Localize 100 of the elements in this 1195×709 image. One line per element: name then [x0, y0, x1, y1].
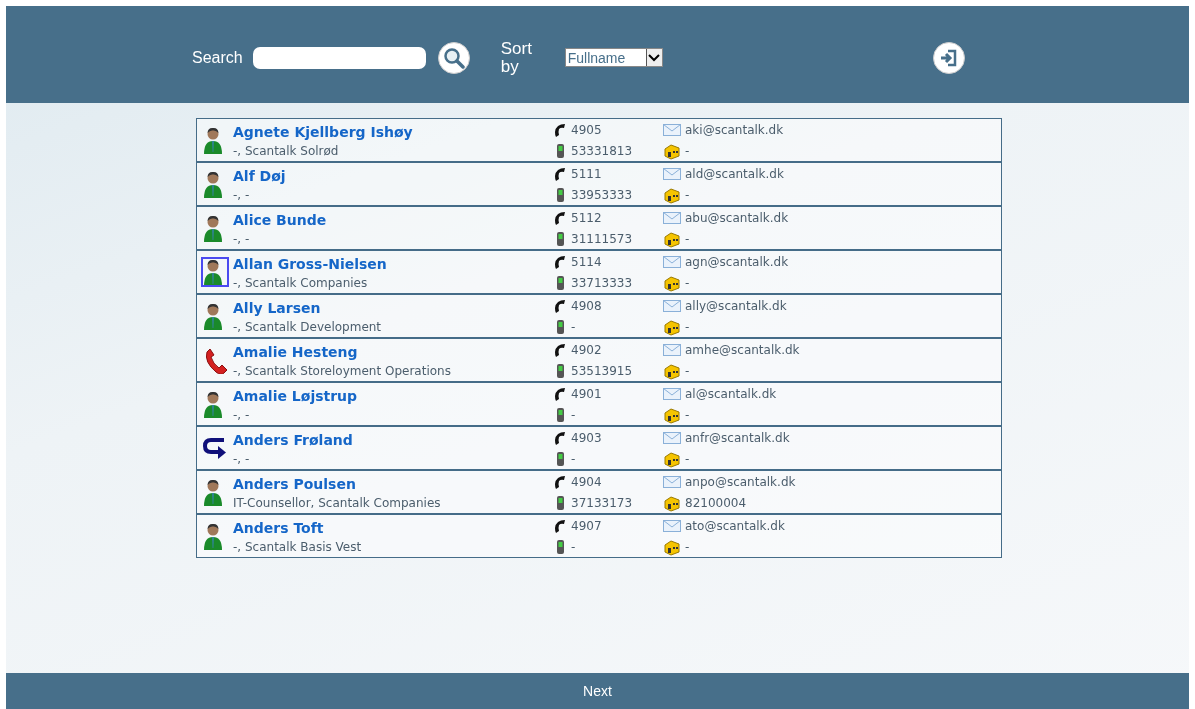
building-icon	[663, 229, 681, 248]
phone-number: 5112	[571, 210, 603, 225]
login-button[interactable]	[932, 41, 965, 74]
other-number: -	[685, 407, 691, 422]
phone-number: 5114	[571, 254, 603, 269]
mobile-phone-icon	[554, 274, 566, 291]
mail-icon	[663, 518, 681, 533]
mail-icon	[663, 210, 681, 225]
phone-icon	[552, 297, 568, 314]
mobile-phone-icon	[554, 494, 566, 511]
phone-icon	[552, 165, 568, 182]
next-link[interactable]: Next	[583, 683, 612, 699]
phone-icon	[552, 121, 568, 138]
email-address: ato@scantalk.dk	[685, 518, 786, 533]
email-address: al@scantalk.dk	[685, 386, 778, 401]
phone-icon	[552, 429, 568, 446]
mail-icon	[663, 386, 681, 401]
phone-icon	[552, 341, 568, 358]
mobile-phone-icon	[554, 450, 566, 467]
phone-number: 5111	[571, 166, 603, 181]
mail-icon	[663, 122, 681, 137]
email-address: aki@scantalk.dk	[685, 122, 785, 137]
other-number: -	[685, 275, 691, 290]
email-address: ally@scantalk.dk	[685, 298, 788, 313]
mail-icon	[663, 298, 681, 313]
contact-details: -, -	[233, 407, 251, 422]
sort-label: Sort by	[500, 39, 533, 76]
other-number: -	[685, 363, 691, 378]
other-number: -	[685, 539, 691, 554]
contact-details: -, Scantalk Basis Vest	[233, 539, 363, 554]
search-button[interactable]	[437, 41, 470, 74]
phone-icon	[552, 209, 568, 226]
contact-name[interactable]: Alf Døj	[233, 168, 549, 184]
phone-icon	[552, 385, 568, 402]
sort-dropdown[interactable]: Fullname	[564, 48, 663, 67]
search-label: Search	[192, 48, 243, 67]
building-icon	[663, 405, 681, 424]
building-icon	[663, 537, 681, 556]
building-icon	[663, 185, 681, 204]
building-icon	[663, 273, 681, 292]
mobile-number: -	[571, 319, 577, 334]
phone-number: 4905	[571, 122, 603, 137]
phone-number: 4907	[571, 518, 603, 533]
phone-number: 4902	[571, 342, 603, 357]
contact-details: -, Scantalk Companies	[233, 275, 369, 290]
contact-name[interactable]: Amalie Løjstrup	[233, 388, 549, 404]
building-icon	[663, 449, 681, 468]
mobile-number: -	[571, 539, 577, 554]
mobile-phone-icon	[554, 318, 566, 335]
email-address: ald@scantalk.dk	[685, 166, 785, 181]
contact-name[interactable]: Ally Larsen	[233, 300, 549, 316]
phone-icon	[552, 517, 568, 534]
contact-name[interactable]: Anders Toft	[233, 520, 549, 536]
mobile-phone-icon	[554, 406, 566, 423]
building-icon	[663, 493, 681, 512]
email-address: abu@scantalk.dk	[685, 210, 790, 225]
search-field[interactable]	[252, 46, 426, 69]
contact-details: IT-Counsellor, Scantalk Companies	[233, 495, 442, 510]
contact-details: -, -	[233, 451, 251, 466]
email-address: agn@scantalk.dk	[685, 254, 790, 269]
mobile-number: 37133173	[571, 495, 634, 510]
contact-name[interactable]: Anders Frøland	[233, 432, 549, 448]
mobile-phone-icon	[554, 362, 566, 379]
phone-number: 4903	[571, 430, 603, 445]
contact-details: -, Scantalk Development	[233, 319, 383, 334]
other-number: -	[685, 187, 691, 202]
phone-number: 4901	[571, 386, 603, 401]
mobile-number: 33953333	[571, 187, 634, 202]
other-number: -	[685, 319, 691, 334]
mail-icon	[663, 254, 681, 269]
building-icon	[663, 361, 681, 380]
phone-icon	[552, 253, 568, 270]
mobile-number: 33713333	[571, 275, 634, 290]
contact-details: -, Scantalk Solrød	[233, 143, 340, 158]
mobile-number: -	[571, 407, 577, 422]
mobile-phone-icon	[554, 538, 566, 555]
phone-number: 4908	[571, 298, 603, 313]
contact-details: -, Scantalk Storeloyment Operations	[233, 363, 452, 378]
contact-details: -, -	[233, 187, 251, 202]
mail-icon	[663, 430, 681, 445]
contact-name[interactable]: Amalie Hesteng	[233, 344, 549, 360]
mail-icon	[663, 166, 681, 181]
other-number: -	[685, 451, 691, 466]
contact-name[interactable]: Anders Poulsen	[233, 476, 549, 492]
mobile-phone-icon	[554, 186, 566, 203]
mobile-number: -	[571, 451, 577, 466]
contact-details: -, -	[233, 231, 251, 246]
phone-number: 4904	[571, 474, 603, 489]
contact-name[interactable]: Alice Bunde	[233, 212, 549, 228]
mobile-phone-icon	[554, 230, 566, 247]
mobile-number: 53331813	[571, 143, 634, 158]
building-icon	[663, 141, 681, 160]
contact-name[interactable]: Agnete Kjellberg Ishøy	[233, 124, 549, 140]
contact-name[interactable]: Allan Gross-Nielsen	[233, 256, 549, 272]
email-address: anpo@scantalk.dk	[685, 474, 797, 489]
other-number: 82100004	[685, 495, 748, 510]
caret-icon	[645, 49, 662, 66]
email-address: amhe@scantalk.dk	[685, 342, 801, 357]
mail-icon	[663, 342, 681, 357]
other-number: -	[685, 231, 691, 246]
